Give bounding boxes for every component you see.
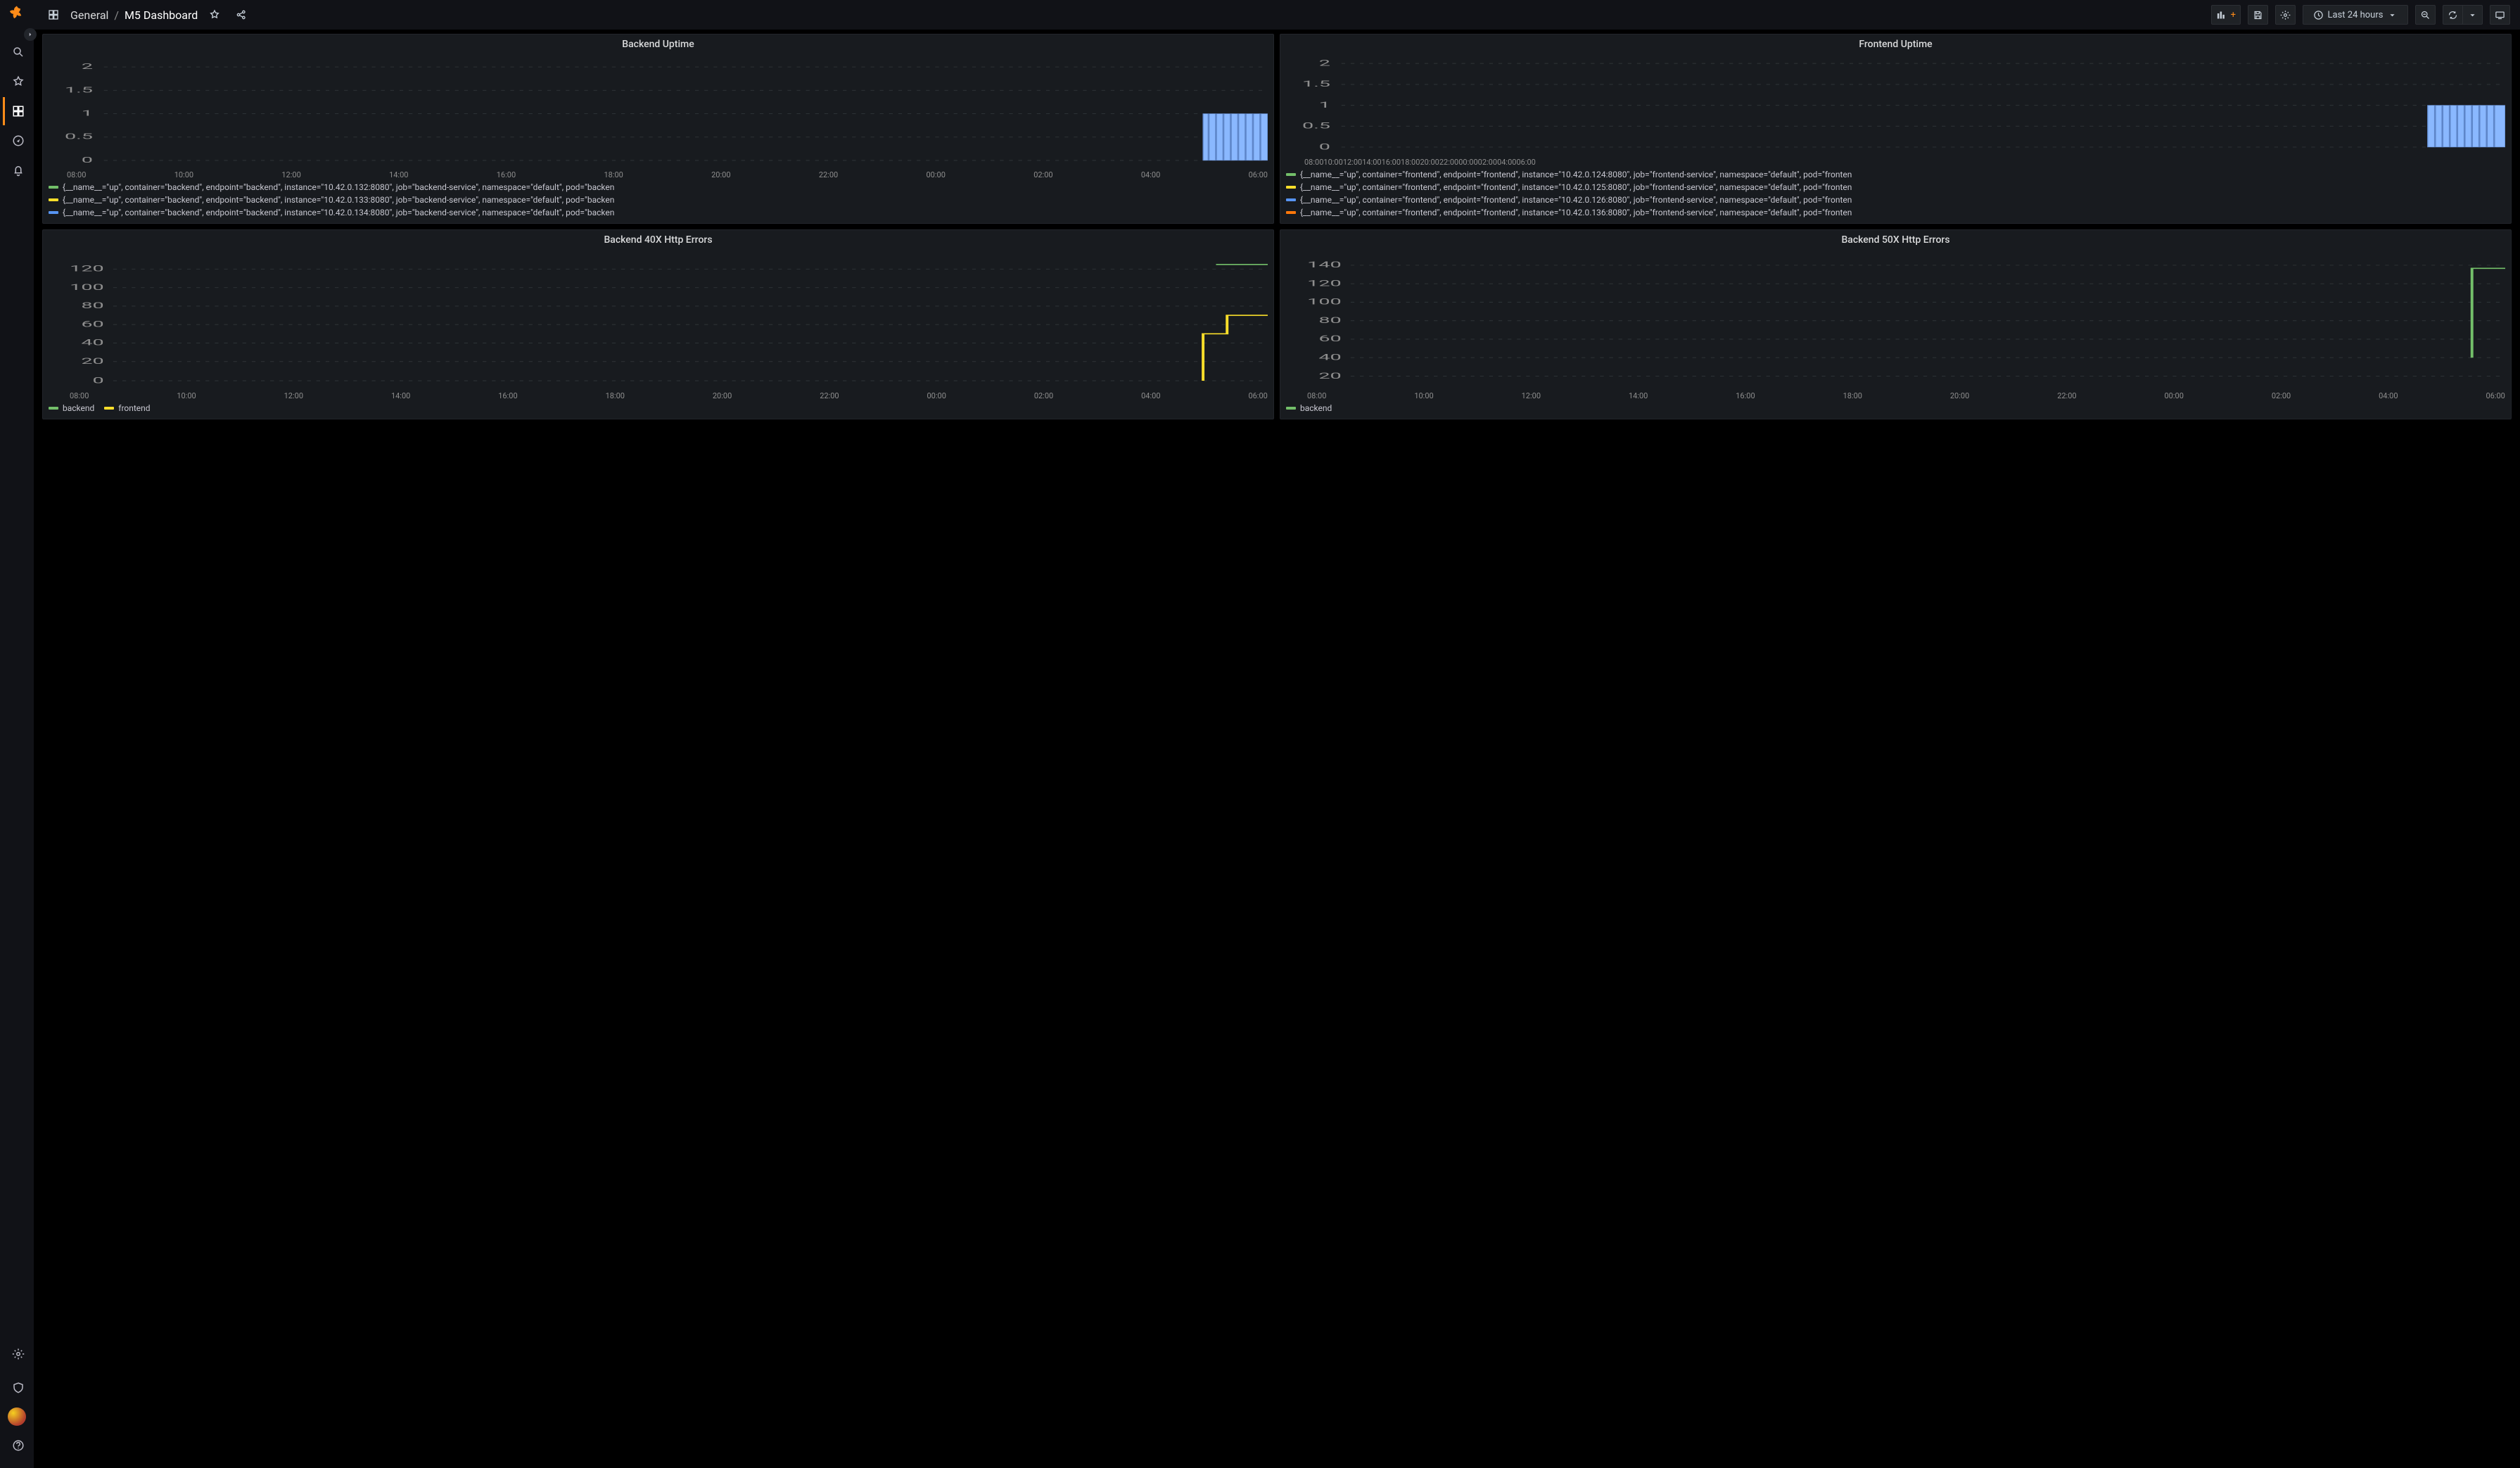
kiosk-button[interactable] [2490,5,2510,25]
svg-text:120: 120 [70,264,104,274]
dashboards-icon[interactable] [44,5,63,25]
settings-button[interactable] [2275,5,2296,25]
zoom-out-button[interactable] [2415,5,2436,25]
sidebar-help[interactable] [3,1431,31,1460]
svg-text:0.5: 0.5 [65,132,93,141]
svg-text:2: 2 [82,63,93,72]
chart-backend-50x[interactable]: 20 40 60 80 100 120 140 [1286,250,2505,388]
svg-text:1: 1 [82,109,93,118]
sidebar-explore[interactable] [3,127,31,155]
panel-title: Frontend Uptime [1280,34,2511,54]
chevron-down-icon [2387,10,2398,20]
x-axis: 08:0010:0012:0014:0016:0018:0020:0022:00… [43,391,1273,402]
legend-item[interactable]: frontend [104,402,150,415]
main: Backend Uptime 0 0.5 1 1.5 2 [34,30,2520,1468]
panel-title: Backend Uptime [43,34,1273,54]
svg-text:60: 60 [1318,334,1341,343]
svg-text:1.5: 1.5 [65,86,93,95]
svg-text:1: 1 [1319,100,1330,110]
chart-backend-40x[interactable]: 0 20 40 60 80 100 120 [49,250,1268,388]
legend: backend frontend [43,402,1273,419]
panel-backend-uptime[interactable]: Backend Uptime 0 0.5 1 1.5 2 [42,34,1274,224]
grafana-logo-icon[interactable] [6,4,27,25]
sidebar-dashboards[interactable] [3,97,31,125]
legend: {__name__="up", container="frontend", en… [1280,168,2511,223]
chart-backend-uptime[interactable]: 0 0.5 1 1.5 2 [49,54,1268,167]
svg-text:20: 20 [1318,371,1341,381]
legend-item[interactable]: {__name__="up", container="frontend", en… [1286,206,2505,219]
breadcrumb-dashboard[interactable]: M5 Dashboard [125,8,198,22]
legend: backend [1280,402,2511,419]
sidebar [0,0,34,1468]
sidebar-profile-avatar[interactable] [8,1407,26,1426]
timerange-label: Last 24 hours [2328,10,2384,20]
svg-text:100: 100 [1307,297,1342,307]
panel-backend-40x[interactable]: Backend 40X Http Errors 0 20 40 60 80 10… [42,229,1274,419]
legend-item[interactable]: {__name__="up", container="backend", end… [49,181,1268,194]
add-panel-button[interactable]: + [2211,5,2241,25]
share-icon[interactable] [231,5,251,25]
svg-text:80: 80 [81,300,103,310]
svg-text:0.5: 0.5 [1302,121,1330,131]
x-axis: 08:0010:0012:0014:0016:0018:0020:0022:00… [1280,391,2511,402]
plus-icon: + [2231,10,2236,20]
legend-item[interactable]: backend [49,402,94,415]
star-icon[interactable] [205,5,224,25]
svg-text:0: 0 [1319,141,1330,151]
legend-item[interactable]: {__name__="up", container="backend", end… [49,194,1268,206]
bars [2428,106,2505,147]
svg-text:80: 80 [1318,315,1341,325]
panel-title: Backend 50X Http Errors [1280,230,2511,250]
legend: {__name__="up", container="backend", end… [43,181,1273,223]
legend-item[interactable]: {__name__="up", container="backend", end… [49,206,1268,219]
sidebar-search[interactable] [3,38,31,66]
svg-text:140: 140 [1307,260,1342,270]
x-axis: 08:0010:0012:0014:0016:0018:0020:0022:00… [43,170,1273,181]
legend-item[interactable]: {__name__="up", container="frontend", en… [1286,181,2505,194]
refresh-button[interactable] [2443,5,2463,25]
legend-item[interactable]: {__name__="up", container="frontend", en… [1286,168,2505,181]
svg-text:0: 0 [82,156,93,165]
sidebar-configuration[interactable] [3,1340,31,1368]
sidebar-starred[interactable] [3,68,31,96]
panel-title: Backend 40X Http Errors [43,230,1273,250]
legend-item[interactable]: backend [1286,402,1332,415]
chart-frontend-uptime[interactable]: 0 0.5 1 1.5 2 [1286,54,2505,155]
svg-text:40: 40 [81,338,103,348]
panel-grid: Backend Uptime 0 0.5 1 1.5 2 [42,34,2512,419]
sidebar-alerting[interactable] [3,156,31,184]
legend-item[interactable]: {__name__="up", container="frontend", en… [1286,194,2505,206]
breadcrumb[interactable]: General / M5 Dashboard [70,8,198,22]
panel-frontend-uptime[interactable]: Frontend Uptime 0 0.5 1 1.5 2 [1280,34,2512,224]
svg-text:100: 100 [70,282,104,292]
sidebar-admin[interactable] [3,1374,31,1402]
breadcrumb-folder[interactable]: General [70,8,108,22]
x-axis: 08:0010:0012:0014:0016:0018:0020:0022:00… [1280,158,2511,168]
svg-text:60: 60 [81,319,103,329]
timerange-picker[interactable]: Last 24 hours [2303,5,2408,25]
header: General / M5 Dashboard + Last 24 hours [34,0,2520,30]
svg-text:2: 2 [1319,58,1330,68]
expand-sidebar-button[interactable] [24,28,37,41]
refresh-interval-dropdown[interactable] [2463,5,2483,25]
svg-text:20: 20 [81,356,103,366]
svg-text:40: 40 [1318,353,1341,362]
save-button[interactable] [2248,5,2268,25]
svg-text:0: 0 [93,375,104,385]
svg-text:120: 120 [1307,279,1342,289]
bars [1203,114,1268,160]
panel-backend-50x[interactable]: Backend 50X Http Errors 20 40 60 80 100 … [1280,229,2512,419]
svg-text:1.5: 1.5 [1302,79,1330,89]
